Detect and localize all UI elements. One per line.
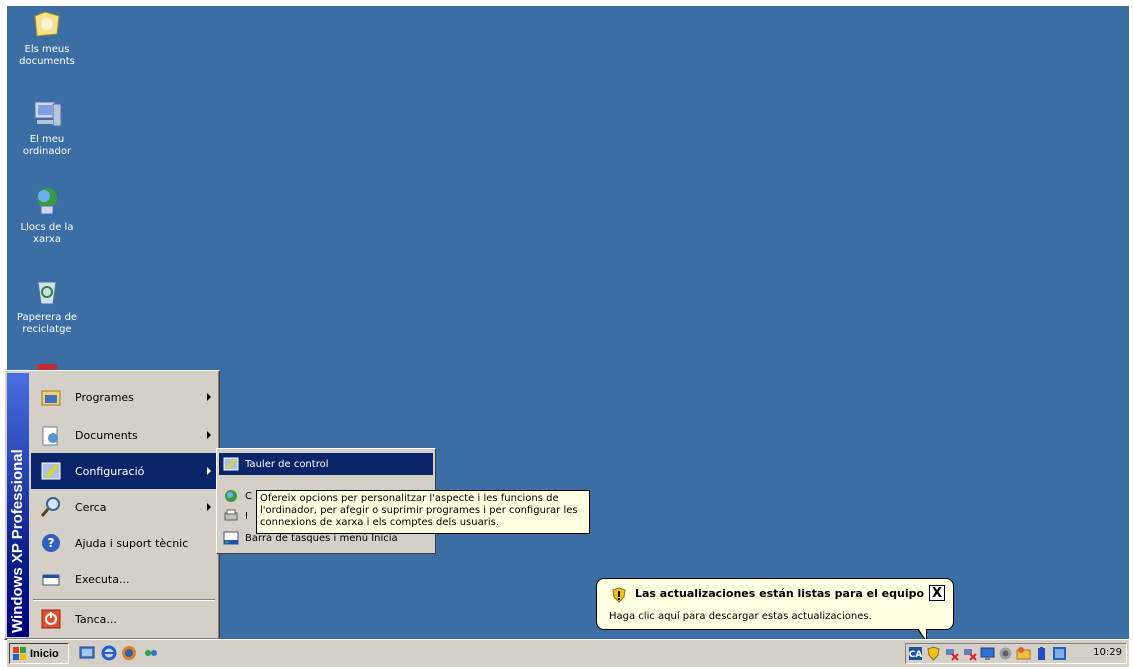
menu-item-shutdown[interactable]: Tanca... (31, 601, 217, 637)
menu-item-documents[interactable]: Documents (31, 417, 217, 453)
display-settings-icon[interactable] (980, 646, 995, 661)
submenu-item-label: Tauler de control (245, 458, 329, 470)
volume-icon[interactable] (998, 646, 1013, 661)
help-icon: ? (39, 531, 63, 555)
balloon-body[interactable]: Haga clic aquí para descargar estas actu… (609, 611, 872, 622)
control-panel-tooltip: Ofereix opcions per personalitzar l'aspe… (256, 490, 590, 534)
control-panel-icon (223, 456, 239, 472)
submenu-arrow-icon (207, 503, 211, 511)
battery-icon[interactable] (1034, 646, 1049, 661)
run-icon (39, 567, 63, 591)
desktop-icon-label: El meu ordinador (22, 134, 72, 157)
close-icon[interactable]: X (929, 585, 945, 601)
recycle-bin-icon (31, 276, 63, 308)
my-computer-icon (31, 98, 63, 130)
menu-item-label: Executa... (75, 572, 130, 586)
menu-item-label: Ajuda i suport tècnic (75, 536, 189, 550)
submenu-arrow-icon (207, 431, 211, 439)
submenu-item-label: C (245, 490, 252, 502)
network-disconnected-icon-2[interactable] (962, 646, 977, 661)
search-icon (39, 495, 63, 519)
clock[interactable]: 10:29 (1093, 647, 1122, 658)
submenu-item-label: Barra de tasques i menú Inicia (245, 532, 398, 544)
show-desktop-icon[interactable] (79, 645, 95, 661)
menu-item-label: Cerca (75, 500, 107, 514)
menu-item-search[interactable]: Cerca (31, 489, 217, 525)
tooltip-line: connexions de xarxa i els comptes dels u… (260, 517, 500, 528)
svg-text:CA: CA (909, 650, 923, 660)
antivirus-tray-icon[interactable]: CA (908, 646, 923, 661)
svg-text:?: ? (48, 536, 55, 550)
taskbar-icon (223, 530, 239, 546)
desktop-icon-my-documents[interactable]: Els meus documents (7, 8, 87, 68)
menu-item-label: Configuració (75, 464, 145, 478)
messenger-icon[interactable] (143, 645, 159, 661)
menu-item-label: Programes (75, 390, 134, 404)
submenu-item-control-panel[interactable]: Tauler de control (219, 453, 433, 475)
network-connections-icon (223, 488, 239, 504)
desktop-icon-label: Paperera de reciclatge (16, 312, 78, 335)
windows-update-shield-icon[interactable] (926, 646, 941, 661)
documents-icon (39, 423, 63, 447)
start-menu: Windows XP Professional Programes Docume… (4, 370, 220, 640)
programs-icon (39, 385, 63, 409)
banner-text: Windows XP Professional (9, 449, 26, 633)
shutdown-icon (39, 607, 63, 631)
start-menu-banner: Windows XP Professional (7, 373, 29, 637)
folder-tray-icon[interactable] (1016, 646, 1031, 661)
start-button-label: Inicio (30, 647, 59, 660)
menu-item-label: Tanca... (75, 612, 117, 626)
desktop-icon-my-computer[interactable]: El meu ordinador (7, 98, 87, 158)
menu-item-settings[interactable]: Configuració (31, 453, 217, 489)
system-tray: CA 10:29 (905, 643, 1127, 664)
firefox-icon[interactable] (121, 645, 137, 661)
tooltip-line: Ofereix opcions per personalitzar l'aspe… (260, 493, 559, 504)
windows-logo-icon (13, 646, 27, 661)
start-button[interactable]: Inicio (9, 643, 69, 664)
network-disconnected-icon[interactable] (944, 646, 959, 661)
desktop-icon-recycle-bin[interactable]: Paperera de reciclatge (7, 276, 87, 336)
menu-item-help[interactable]: ? Ajuda i suport tècnic (31, 525, 217, 561)
my-documents-folder-icon (31, 8, 63, 40)
balloon-title: Las actualizaciones están listas para el… (635, 587, 925, 600)
update-notification-balloon[interactable]: Las actualizaciones están listas para el… (596, 578, 954, 643)
internet-explorer-icon[interactable] (101, 645, 117, 661)
menu-item-run[interactable]: Executa... (31, 561, 217, 597)
tooltip-line: l'ordinador, per afegir o suprimir progr… (260, 505, 578, 516)
network-places-icon (31, 186, 63, 218)
settings-icon (39, 459, 63, 483)
menu-item-label: Documents (75, 428, 138, 442)
desktop-icon-label: Llocs de la xarxa (20, 222, 74, 245)
submenu-arrow-icon (207, 393, 211, 401)
desktop-icon-label: Els meus documents (19, 44, 75, 67)
menu-item-programs[interactable]: Programes (31, 379, 217, 415)
monitor-tray-icon[interactable] (1052, 646, 1067, 661)
shield-warning-icon (611, 587, 627, 603)
taskbar: Inicio CA 10:29 (7, 639, 1129, 667)
desktop-icon-network-places[interactable]: Llocs de la xarxa (7, 186, 87, 246)
submenu-arrow-icon (207, 467, 211, 475)
printers-icon (223, 508, 239, 524)
submenu-item-label: I (245, 510, 248, 522)
